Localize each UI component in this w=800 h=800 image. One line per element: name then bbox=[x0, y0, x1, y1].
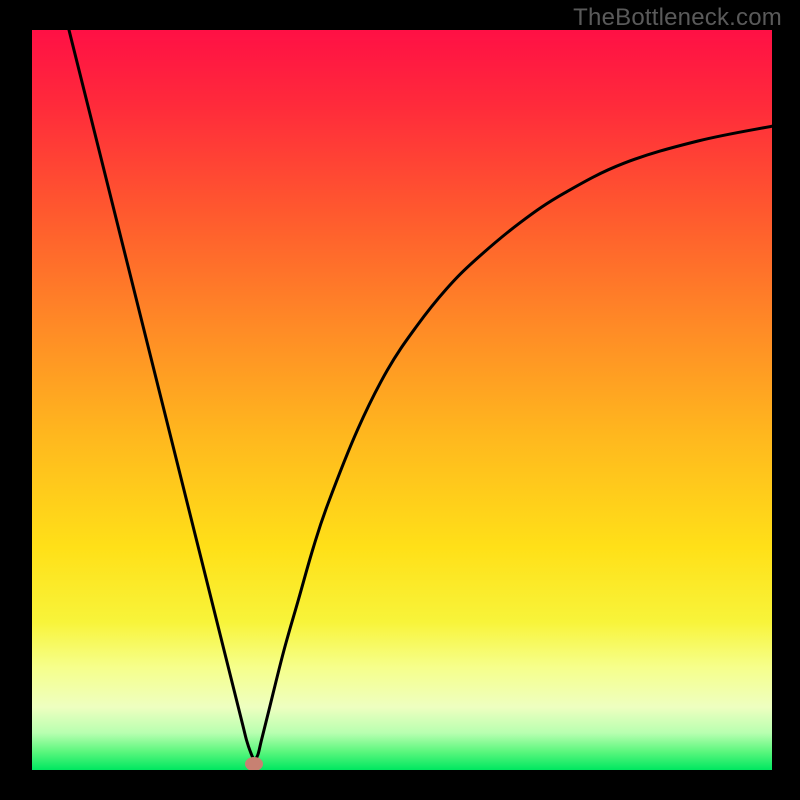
plot-area bbox=[32, 30, 772, 770]
plot-frame bbox=[32, 30, 772, 770]
bottleneck-curve bbox=[32, 30, 772, 770]
minimum-point-marker bbox=[245, 757, 263, 770]
watermark-text: TheBottleneck.com bbox=[573, 4, 782, 32]
